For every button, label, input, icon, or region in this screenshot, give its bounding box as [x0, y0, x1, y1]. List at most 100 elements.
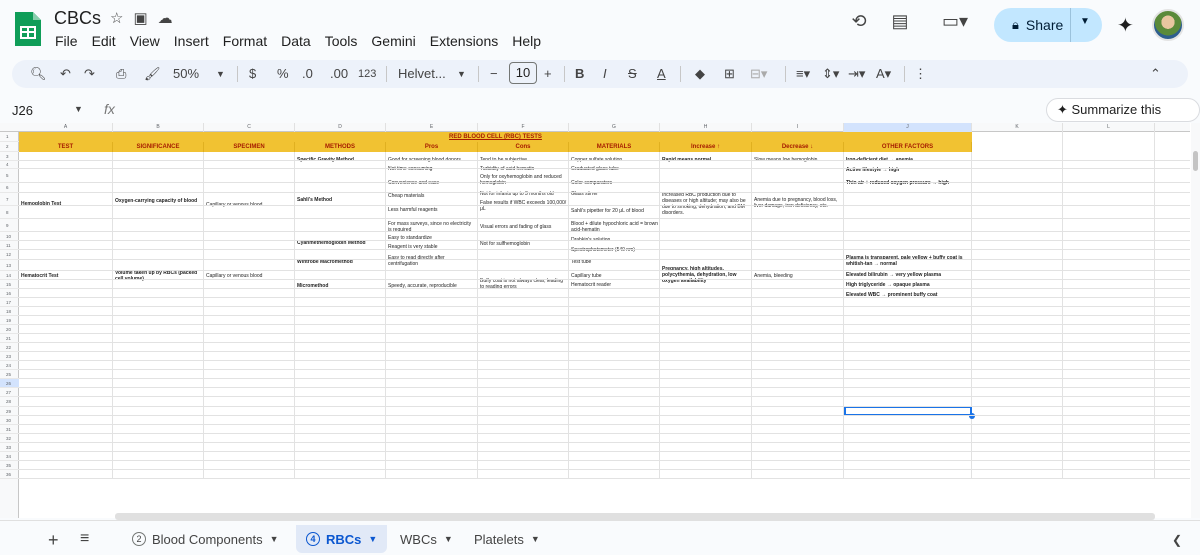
row-header[interactable]: 2 [0, 142, 19, 152]
cell-hb-pro2[interactable]: Not time-consuming [386, 165, 478, 173]
cell-hb-method2[interactable]: Sahli's Method [295, 196, 386, 204]
cell-hb-increase2[interactable]: Increased RBC production due to diseases… [660, 191, 752, 217]
row-header[interactable]: 16 [0, 289, 19, 298]
menu-format[interactable]: Format [216, 31, 274, 51]
name-box-dropdown-icon[interactable]: ▼ [74, 104, 83, 114]
cell-hb-con2[interactable]: Turbidity of acid hematin [478, 165, 569, 173]
row-header[interactable]: 9 [0, 219, 19, 232]
row-header[interactable]: 27 [0, 388, 19, 397]
row-header[interactable]: 3 [0, 152, 19, 161]
cell-hb-con6[interactable]: Visual errors and fading of glass [478, 223, 569, 231]
header-cons[interactable]: Cons [478, 142, 569, 152]
cell-hb-mat3[interactable]: Color comparators [569, 179, 660, 187]
more-formats-button[interactable]: 123 [358, 65, 376, 83]
spreadsheet-grid[interactable]: A B C D E F G H I J K L 1 2 3 4 5 6 7 8 9 10 11 12 1… [0, 123, 1200, 518]
cell-hb-con3[interactable]: Only for oxyhemoglobin and reduced hemog… [478, 173, 569, 187]
print-icon[interactable]: ⎙ [116, 65, 126, 83]
cell-hct-significance[interactable]: Volume taken up by RBCs (packed cell vol… [113, 269, 204, 283]
row-header[interactable]: 20 [0, 325, 19, 334]
comments-icon[interactable]: ▤ [889, 10, 911, 32]
row-header[interactable]: 34 [0, 452, 19, 461]
row-header[interactable]: 24 [0, 361, 19, 370]
cell-hct-other1[interactable]: Plasma is transparent, pale yellow + buf… [844, 254, 972, 268]
row-header[interactable]: 12 [0, 250, 19, 260]
header-significance[interactable]: SIGNIFICANCE [113, 142, 204, 152]
menu-tools[interactable]: Tools [318, 31, 365, 51]
row-header[interactable]: 7 [0, 193, 19, 206]
header-methods[interactable]: METHODS [295, 142, 386, 152]
tab-dropdown-icon[interactable]: ▼ [368, 534, 377, 544]
menu-gemini[interactable]: Gemini [364, 31, 422, 51]
cell-hb-pro4[interactable]: Cheap materials [386, 192, 478, 200]
share-button[interactable]: 🔒︎ Share ▼ [994, 8, 1102, 42]
cell-hb-mat8[interactable]: Spectrophotometer (540 nm) [569, 246, 660, 254]
header-other-factors[interactable]: OTHER FACTORS [844, 142, 972, 152]
column-header-c[interactable]: C [204, 123, 295, 132]
row-header[interactable]: 19 [0, 316, 19, 325]
document-title[interactable]: CBCs [54, 8, 101, 29]
row-header[interactable]: 4 [0, 161, 19, 169]
row-header[interactable]: 28 [0, 397, 19, 407]
star-icon[interactable]: ☆ [110, 9, 123, 27]
row-header[interactable]: 31 [0, 425, 19, 434]
row-header[interactable]: 32 [0, 434, 19, 443]
text-wrapping-icon[interactable]: ⇥▾ [848, 65, 865, 83]
column-header-e[interactable]: E [386, 123, 478, 132]
menu-insert[interactable]: Insert [167, 31, 216, 51]
all-sheets-icon[interactable]: ≡ [80, 530, 89, 548]
row-header[interactable]: 10 [0, 232, 19, 241]
borders-icon[interactable]: ⊞ [724, 65, 735, 83]
menu-extensions[interactable]: Extensions [423, 31, 505, 51]
merge-cells-icon[interactable]: ⊟▾ [750, 65, 767, 83]
row-header[interactable]: 6 [0, 183, 19, 193]
font-dropdown-icon[interactable]: ▼ [457, 65, 466, 83]
row-header[interactable]: 21 [0, 334, 19, 343]
column-header-h[interactable]: H [660, 123, 752, 132]
menu-file[interactable]: File [48, 31, 85, 51]
row-header[interactable]: 23 [0, 352, 19, 361]
column-header-b[interactable]: B [113, 123, 204, 132]
row-header[interactable]: 22 [0, 343, 19, 352]
increase-decimal-button[interactable]: .00 [330, 65, 348, 83]
cell-hb-mat5[interactable]: Sahli's pipetter for 20 μL of blood [569, 207, 660, 215]
column-header-g[interactable]: G [569, 123, 660, 132]
header-pros[interactable]: Pros [386, 142, 478, 152]
fill-color-icon[interactable]: ◆ [695, 65, 705, 83]
tab-dropdown-icon[interactable]: ▼ [270, 534, 279, 544]
column-header-i[interactable]: I [752, 123, 844, 132]
vertical-scrollbar[interactable] [1191, 123, 1200, 518]
decrease-font-size-icon[interactable]: − [490, 65, 498, 83]
cell-hb-con7[interactable]: Not for sulfhemoglobin [478, 240, 569, 248]
italic-button[interactable]: I [603, 65, 607, 83]
row-header[interactable]: 30 [0, 416, 19, 425]
version-history-icon[interactable]: ⟲ [848, 10, 870, 32]
cell-hb-pro5[interactable]: Less harmful reagents [386, 206, 478, 214]
tab-dropdown-icon[interactable]: ▼ [531, 534, 540, 544]
meet-icon[interactable]: ▭▾ [938, 10, 972, 32]
font-select[interactable]: Helvet... [398, 65, 446, 83]
tab-blood-components[interactable]: 2 Blood Components ▼ [122, 525, 289, 553]
move-folder-icon[interactable]: ▣ [133, 9, 147, 27]
row-header[interactable]: 35 [0, 461, 19, 470]
row-header[interactable]: 29 [0, 407, 19, 416]
column-header-j[interactable]: J [844, 123, 972, 132]
text-color-button[interactable]: A [657, 65, 666, 83]
increase-font-size-icon[interactable]: + [544, 65, 552, 83]
row-header[interactable]: 5 [0, 169, 19, 183]
row-header[interactable]: 8 [0, 206, 19, 219]
horizontal-scrollbar[interactable] [115, 513, 1155, 520]
menu-data[interactable]: Data [274, 31, 318, 51]
redo-icon[interactable]: ↷ [84, 65, 95, 83]
zoom-dropdown-icon[interactable]: ▼ [216, 65, 225, 83]
collapse-menu-icon[interactable]: ⌃ [1150, 65, 1161, 83]
tab-wbcs[interactable]: WBCs ▼ [390, 525, 463, 553]
percent-format-button[interactable]: % [277, 65, 289, 83]
tab-platelets[interactable]: Platelets ▼ [464, 525, 550, 553]
cell-hb-test[interactable]: Hemoglobin Test [19, 200, 113, 208]
summarize-button[interactable]: ✦ Summarize this data [1046, 98, 1200, 139]
cell-hct-other2[interactable]: Elevated bilirubin → very yellow plasma [844, 271, 972, 279]
menu-edit[interactable]: Edit [85, 31, 123, 51]
font-size-input[interactable]: 10 [509, 62, 537, 84]
name-box[interactable]: J26 [12, 103, 33, 118]
column-header-l[interactable]: L [1063, 123, 1155, 132]
